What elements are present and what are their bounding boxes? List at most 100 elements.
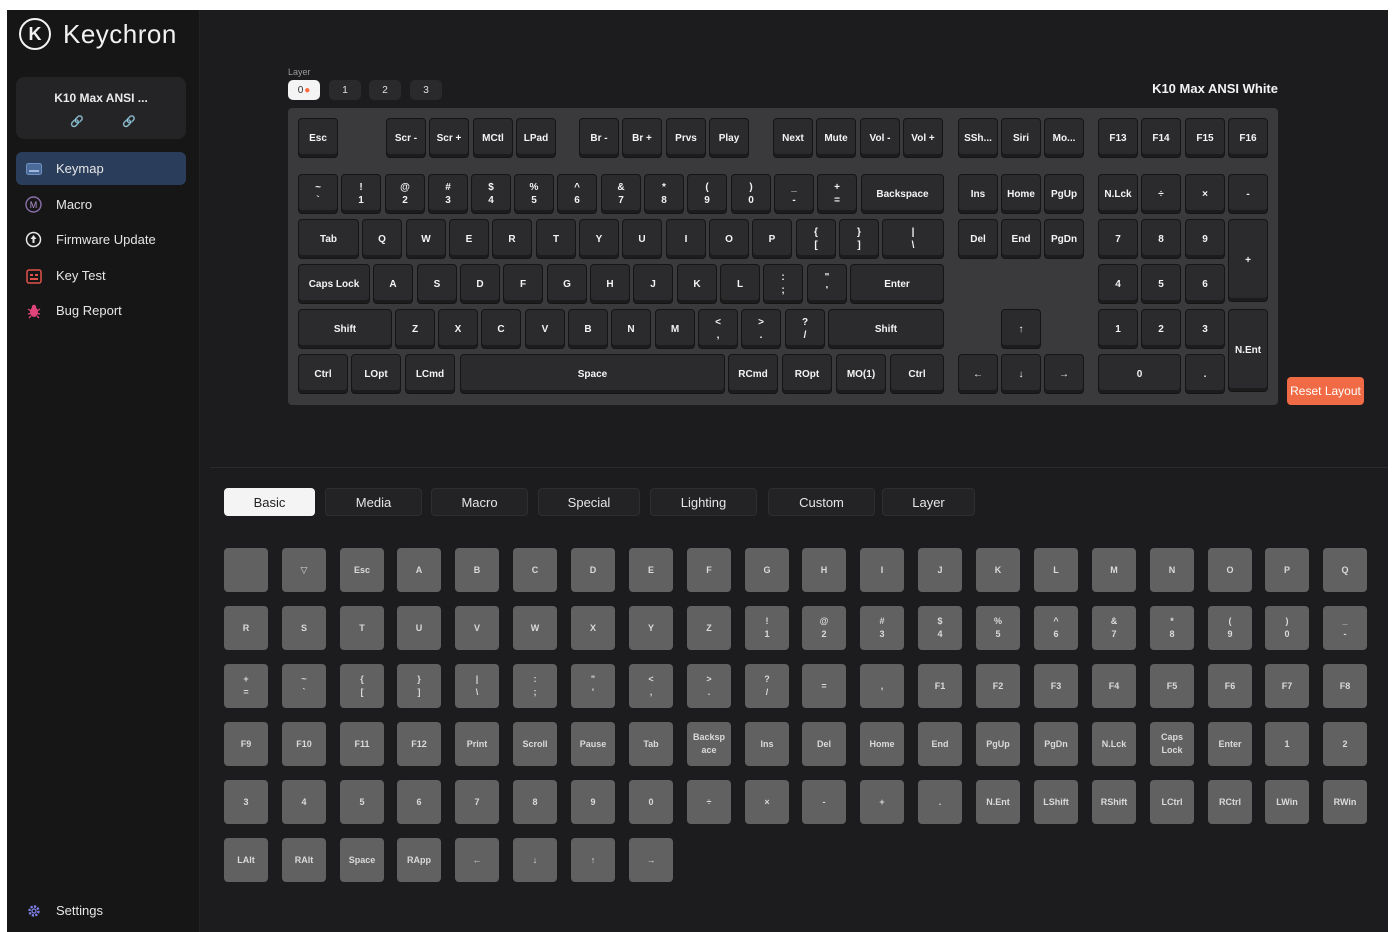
keyboard-key[interactable]: Z <box>395 309 435 349</box>
keyboard-key[interactable]: H <box>590 264 630 304</box>
keyboard-key[interactable]: N.Ent <box>1228 309 1268 392</box>
keycode-button[interactable]: (9 <box>1208 606 1252 650</box>
keyboard-key[interactable]: Shift <box>298 309 392 349</box>
keycode-button[interactable]: LWin <box>1265 780 1309 824</box>
keyboard-key[interactable]: P <box>752 219 792 259</box>
keyboard-key[interactable]: E <box>449 219 489 259</box>
keycode-button[interactable]: X <box>571 606 615 650</box>
keyboard-key[interactable]: M <box>655 309 695 349</box>
keycode-button[interactable]: Y <box>629 606 673 650</box>
keycode-button[interactable]: | \ <box>455 664 499 708</box>
keyboard-key[interactable]: Vol - <box>860 118 900 158</box>
keycode-button[interactable]: ÷ <box>687 780 731 824</box>
keyboard-key[interactable]: Enter <box>850 264 944 304</box>
keycode-button[interactable]: & 7 <box>1092 606 1136 650</box>
keyboard-key[interactable]: Play <box>709 118 749 158</box>
keyboard-key[interactable]: Br - <box>579 118 619 158</box>
keycode-button[interactable]: V <box>455 606 499 650</box>
keycode-button[interactable]: N <box>1150 548 1194 592</box>
keycode-button[interactable]: T <box>340 606 384 650</box>
keyboard-key[interactable]: Caps Lock <box>298 264 370 304</box>
keyboard-key[interactable]: <, <box>698 309 738 349</box>
keycode-button[interactable]: N.Ent <box>976 780 1020 824</box>
keycode-button[interactable]: R <box>224 606 268 650</box>
keyboard-key[interactable]: #3 <box>428 174 468 214</box>
keycode-button[interactable]: $4 <box>918 606 962 650</box>
keycode-button[interactable]: % 5 <box>976 606 1020 650</box>
keycode-button[interactable]: Enter <box>1208 722 1252 766</box>
keycode-button[interactable]: 7 <box>455 780 499 824</box>
keyboard-key[interactable]: Home <box>1001 174 1041 214</box>
keyboard-key[interactable]: 2 <box>1141 309 1181 349</box>
tab-layer[interactable]: Layer <box>882 488 975 516</box>
keyboard-key[interactable]: . <box>1185 354 1225 394</box>
keyboard-key[interactable]: Ctrl <box>890 354 944 394</box>
keyboard-key[interactable]: Vol + <box>903 118 943 158</box>
keyboard-key[interactable]: U <box>622 219 662 259</box>
keycode-button[interactable]: ? / <box>745 664 789 708</box>
keycode-button[interactable]: Esc <box>340 548 384 592</box>
keyboard-key[interactable]: LOpt <box>351 354 401 394</box>
keyboard-key[interactable]: Next <box>773 118 813 158</box>
keycode-button[interactable]: }] <box>397 664 441 708</box>
keycode-button[interactable]: Print <box>455 722 499 766</box>
layer-button-0[interactable]: 0 ● <box>288 80 320 100</box>
keycode-button[interactable]: ^ 6 <box>1034 606 1078 650</box>
keyboard-key[interactable]: L <box>720 264 760 304</box>
keycode-button[interactable]: F <box>687 548 731 592</box>
keycode-button[interactable]: F9 <box>224 722 268 766</box>
keycode-button[interactable]: + <box>860 780 904 824</box>
keycode-button[interactable]: Tab <box>629 722 673 766</box>
keycode-button[interactable]: B <box>455 548 499 592</box>
keycode-button[interactable]: RApp <box>397 838 441 882</box>
keyboard-key[interactable]: Prvs <box>666 118 706 158</box>
keycode-button[interactable]: PgDn <box>1034 722 1078 766</box>
keyboard-key[interactable]: 8 <box>1141 219 1181 259</box>
keycode-button[interactable]: Q <box>1323 548 1367 592</box>
tab-macro[interactable]: Macro <box>431 488 528 516</box>
keyboard-key[interactable]: $4 <box>471 174 511 214</box>
keyboard-key[interactable]: T <box>536 219 576 259</box>
keycode-button[interactable]: = <box>802 664 846 708</box>
keycode-button[interactable]: L <box>1034 548 1078 592</box>
keyboard-key[interactable]: K <box>677 264 717 304</box>
sidebar-item-firmware-update[interactable]: Firmware Update <box>16 223 186 256</box>
link-icon[interactable]: 🔗 <box>70 115 84 128</box>
keycode-button[interactable]: {[ <box>340 664 384 708</box>
keycode-button[interactable]: 6 <box>397 780 441 824</box>
keycode-button[interactable]: Z <box>687 606 731 650</box>
sidebar-item-settings[interactable]: Settings <box>16 894 186 927</box>
keycode-button[interactable]: ↓ <box>513 838 557 882</box>
keycode-button[interactable]: RCtrl <box>1208 780 1252 824</box>
tab-media[interactable]: Media <box>325 488 422 516</box>
keycode-button[interactable]: K <box>976 548 1020 592</box>
keycode-button[interactable]: _ - <box>1323 606 1367 650</box>
keycode-button[interactable]: <, <box>629 664 673 708</box>
tab-special[interactable]: Special <box>538 488 640 516</box>
keycode-button[interactable]: W <box>513 606 557 650</box>
keycode-button[interactable]: S <box>282 606 326 650</box>
keyboard-key[interactable]: LCmd <box>405 354 455 394</box>
keyboard-key[interactable]: RCmd <box>728 354 778 394</box>
keyboard-key[interactable]: | \ <box>882 219 944 259</box>
keyboard-key[interactable]: _ - <box>774 174 814 214</box>
keycode-button[interactable]: M <box>1092 548 1136 592</box>
keycode-button[interactable]: J <box>918 548 962 592</box>
keyboard-key[interactable]: Backspace <box>861 174 944 214</box>
keyboard-key[interactable]: × <box>1185 174 1225 214</box>
keycode-button[interactable]: 9 <box>571 780 615 824</box>
keycode-button[interactable]: 2 <box>1323 722 1367 766</box>
keycode-button[interactable]: F6 <box>1208 664 1252 708</box>
keyboard-key[interactable]: + = <box>817 174 857 214</box>
keycode-button[interactable]: F12 <box>397 722 441 766</box>
keycode-button[interactable]: 3 <box>224 780 268 824</box>
keycode-button[interactable]: LCtrl <box>1150 780 1194 824</box>
keycode-button[interactable]: ) 0 <box>1265 606 1309 650</box>
keyboard-key[interactable]: MCtl <box>473 118 513 158</box>
keyboard-key[interactable]: }] <box>839 219 879 259</box>
sidebar-item-keymap[interactable]: Keymap <box>16 152 186 185</box>
keycode-button[interactable]: F4 <box>1092 664 1136 708</box>
keycode-button[interactable]: C <box>513 548 557 592</box>
keyboard-key[interactable]: S <box>417 264 457 304</box>
sidebar-item-bug-report[interactable]: Bug Report <box>16 294 186 327</box>
